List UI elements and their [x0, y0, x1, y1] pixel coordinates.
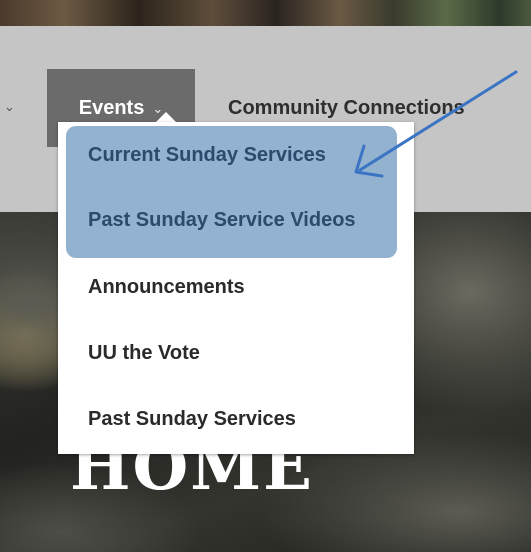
menu-item-past-sunday-service-videos[interactable]: Past Sunday Service Videos — [88, 209, 356, 232]
nav-item-community-connections[interactable]: Community Connections — [228, 97, 465, 120]
chevron-down-icon[interactable]: ⌄ — [4, 99, 15, 115]
hero-background-top — [0, 0, 531, 26]
menu-item-announcements[interactable]: Announcements — [88, 276, 245, 299]
menu-item-uu-the-vote[interactable]: UU the Vote — [88, 342, 200, 365]
menu-item-past-sunday-services[interactable]: Past Sunday Services — [88, 408, 296, 431]
menu-item-current-sunday-services[interactable]: Current Sunday Services — [88, 144, 326, 167]
dropdown-caret — [156, 112, 176, 122]
nav-item-events-label: Events — [78, 96, 145, 119]
